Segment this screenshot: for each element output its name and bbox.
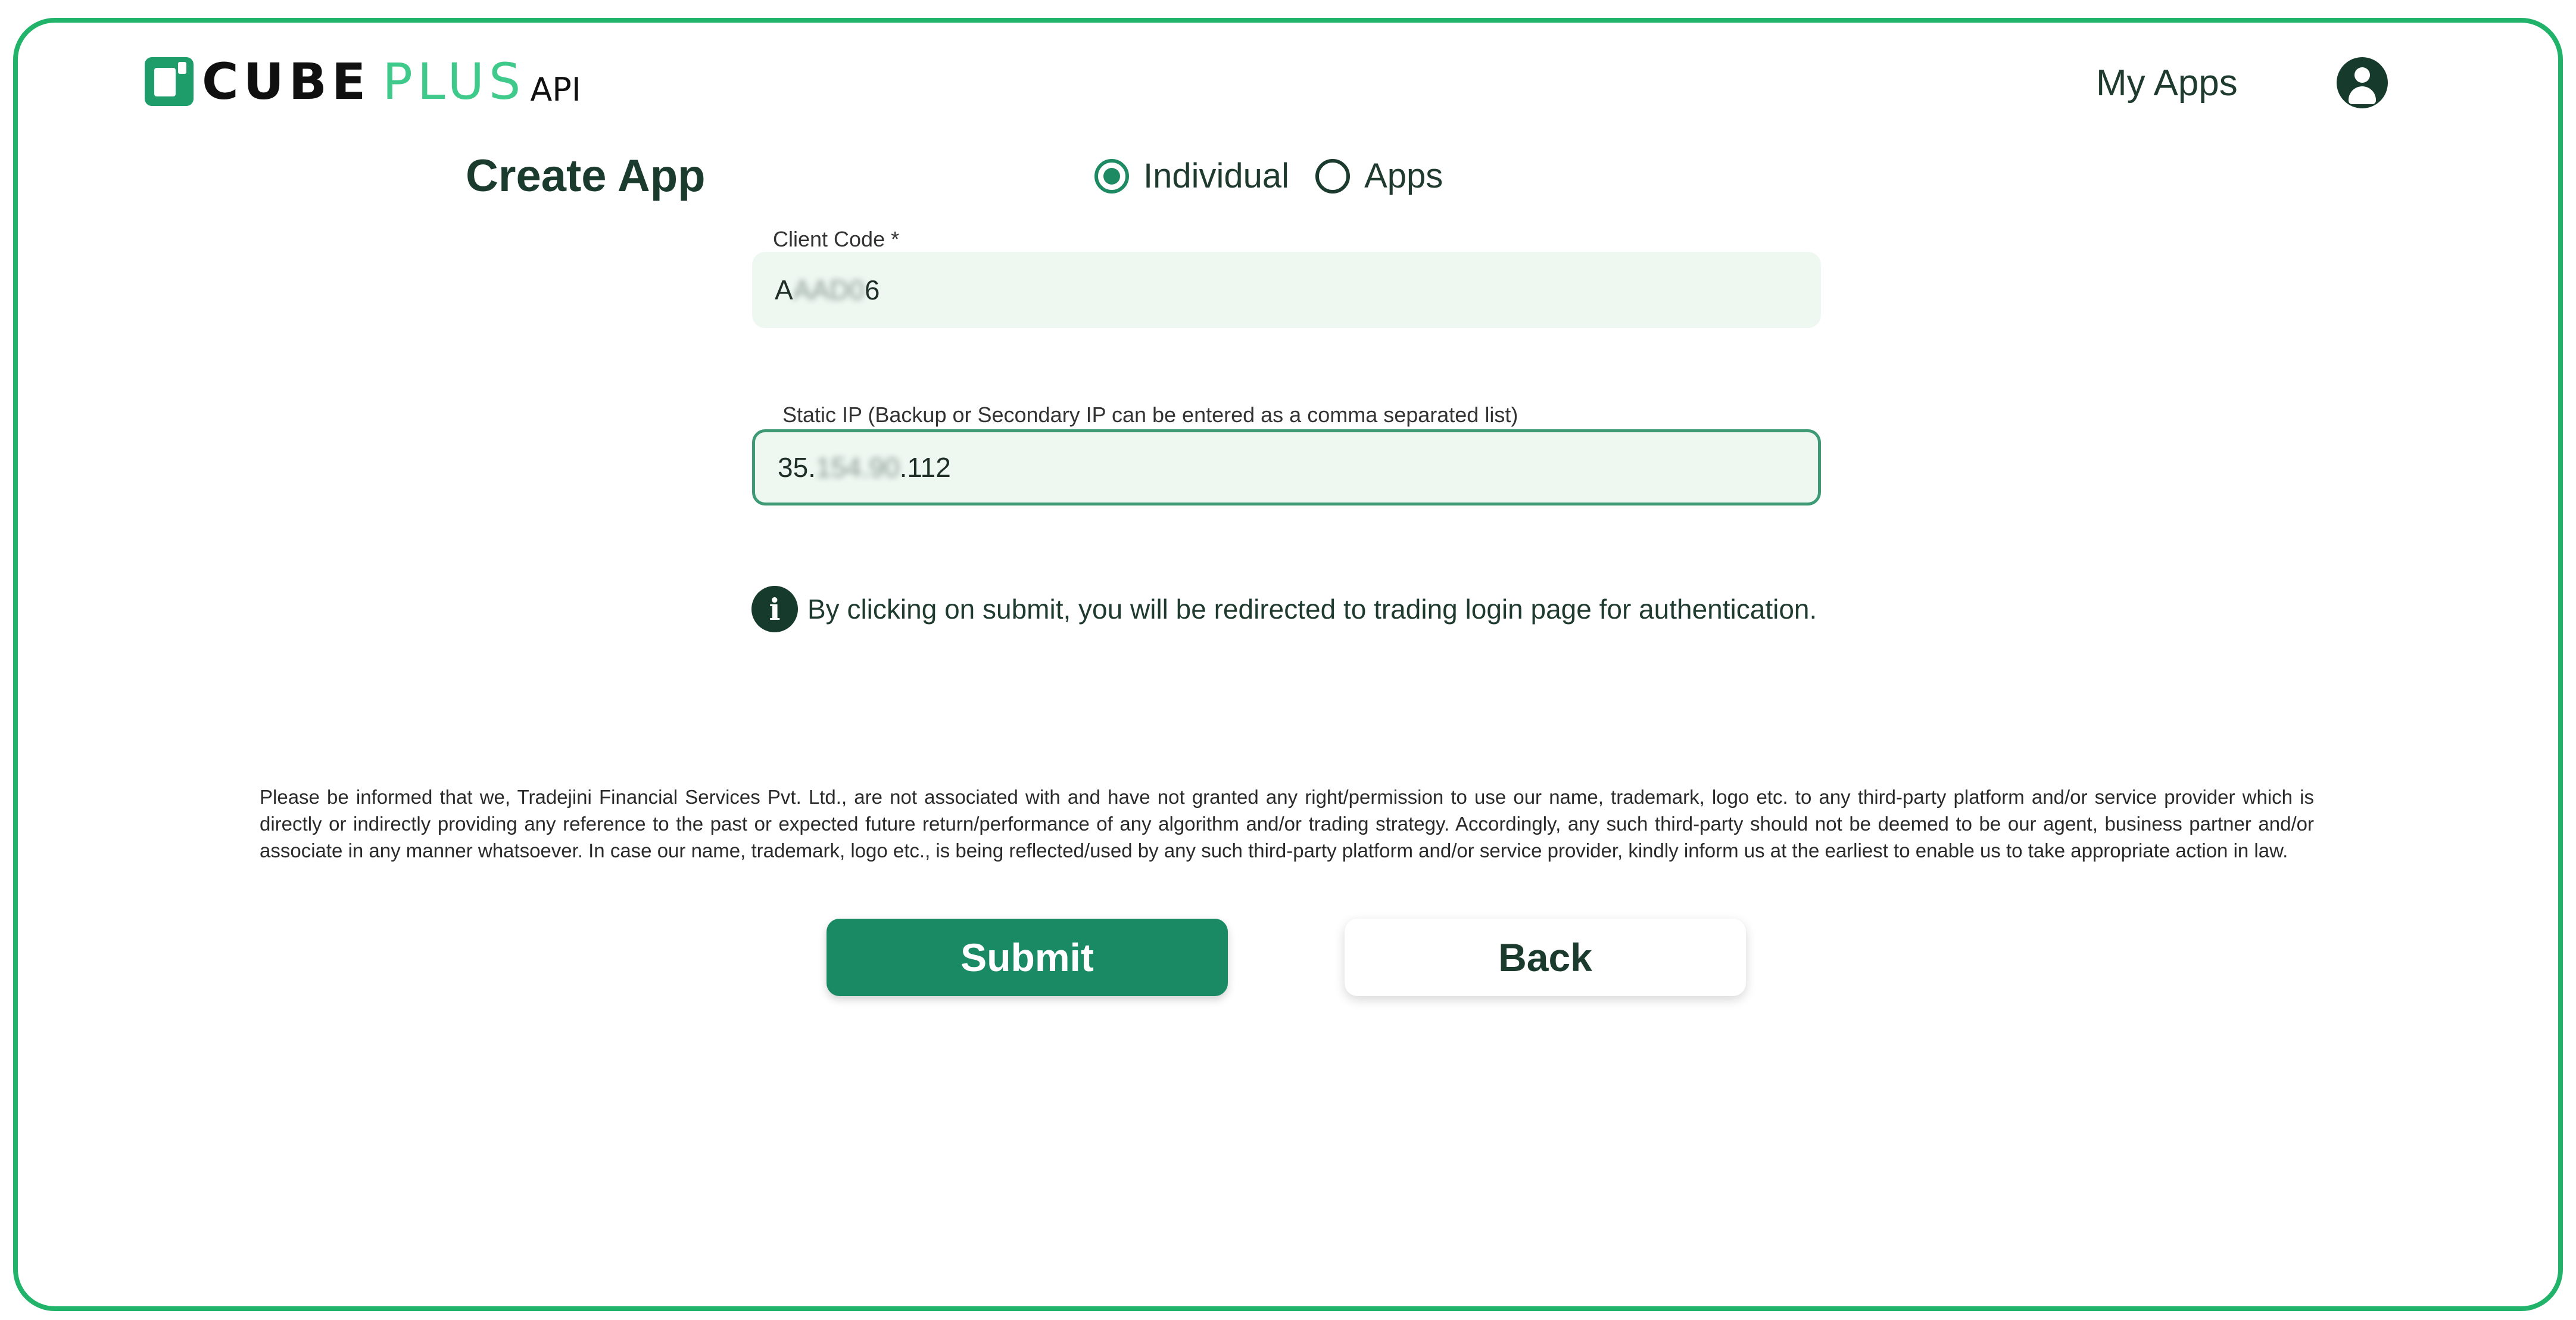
static-ip-value-suffix: .112	[899, 452, 951, 483]
logo-mark-icon	[145, 57, 194, 106]
client-code-value-prefix: A	[775, 274, 793, 305]
radio-checked-icon[interactable]	[1094, 158, 1129, 194]
client-code-field[interactable]: A AAD0 6	[752, 252, 1821, 328]
nav-my-apps-link[interactable]: My Apps	[2096, 62, 2238, 104]
cubeplus-logo[interactable]: CUBE PLUS API	[145, 55, 581, 108]
client-code-masked: AAD0	[793, 274, 865, 305]
app-type-radio-group: Individual Apps	[1094, 156, 1469, 196]
radio-unchecked-icon[interactable]	[1315, 158, 1351, 194]
submit-info-note: i By clicking on submit, you will be red…	[751, 586, 1817, 632]
static-ip-label: Static IP (Backup or Secondary IP can be…	[773, 402, 1528, 427]
app-frame	[13, 18, 2563, 1311]
logo-text-cube: CUBE	[202, 52, 371, 111]
submit-info-text: By clicking on submit, you will be redir…	[807, 594, 1817, 625]
radio-apps[interactable]: Apps	[1315, 156, 1443, 196]
static-ip-value-prefix: 35.	[778, 452, 816, 483]
legal-disclaimer: Please be informed that we, Tradejini Fi…	[260, 786, 2314, 862]
back-button[interactable]: Back	[1345, 919, 1746, 996]
info-icon: i	[751, 586, 798, 632]
static-ip-field[interactable]: 35. 154.90.112	[752, 429, 1821, 505]
radio-individual-label: Individual	[1143, 157, 1290, 195]
static-ip-masked: 154.90	[815, 452, 900, 483]
client-code-value-suffix: 6	[864, 274, 880, 305]
user-avatar-icon[interactable]	[2337, 57, 2388, 108]
page-title: Create App	[466, 151, 706, 201]
radio-apps-label: Apps	[1364, 157, 1443, 195]
logo-text-plus: PLUS	[382, 52, 526, 111]
submit-button[interactable]: Submit	[827, 919, 1228, 996]
logo-text-api: API	[530, 71, 581, 108]
radio-individual[interactable]: Individual	[1094, 156, 1289, 196]
client-code-label: Client Code *	[773, 227, 900, 251]
